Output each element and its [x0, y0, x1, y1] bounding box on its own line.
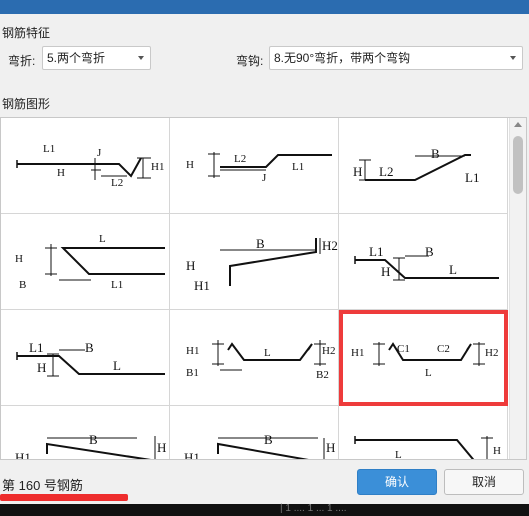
shape-label: B [19, 279, 26, 291]
shape-label: L [449, 262, 457, 277]
bend-select-value: 5.两个弯折 [47, 51, 106, 65]
shape-cell-selected[interactable]: H1 C1 C2 H2 L [339, 310, 508, 406]
shape-label: H [493, 445, 501, 457]
hook-select-value: 8.无90°弯折，带两个弯钩 [274, 51, 411, 65]
shape-label: L1 [292, 161, 304, 173]
shape-label: B [431, 146, 440, 161]
rebar-shape-diagram: L H [354, 436, 501, 460]
shape-label: H1 [184, 450, 200, 460]
shape-label: H [37, 360, 46, 375]
shape-cell[interactable]: B H L2 L1 [339, 118, 508, 214]
shape-cell[interactable]: L1 B H L [339, 214, 508, 310]
shape-label: B [85, 340, 94, 355]
confirm-button[interactable]: 确认 [357, 469, 437, 495]
shape-label: H2 [485, 347, 498, 359]
scrollbar-thumb[interactable] [513, 136, 523, 194]
shape-label: B [89, 432, 98, 447]
shape-cell[interactable]: H1 L H2 B1 B2 [170, 310, 339, 406]
rebar-shape-diagram: B H L2 L1 [353, 146, 479, 185]
shape-label: L2 [111, 177, 123, 189]
shape-label: H1 [351, 347, 364, 359]
shape-label: L [425, 367, 432, 379]
shape-label: H1 [186, 345, 199, 357]
rebar-shape-diagram: L1 B H L [354, 244, 499, 281]
shape-label: H2 [322, 238, 338, 253]
shape-label: B [256, 236, 265, 251]
shape-label: L [99, 233, 106, 245]
shape-label: H1 [194, 278, 210, 293]
shape-label: H1 [15, 450, 31, 460]
rebar-shape-diagram: L1 B H L [16, 340, 165, 377]
rebar-shape-diagram: H L2 L1 J [186, 152, 332, 184]
scroll-up-arrow-icon[interactable] [514, 122, 522, 127]
shape-label: L2 [379, 164, 393, 179]
shape-cell[interactable]: L H [339, 406, 508, 460]
shape-cell[interactable]: H1 B H [170, 406, 339, 460]
shape-label: H [353, 164, 362, 179]
section-title-shapes: 钢筋图形 [2, 97, 51, 111]
shape-label: B [264, 432, 273, 447]
hook-label: 弯钩: [236, 54, 264, 68]
window-titlebar [0, 0, 529, 14]
shape-label: H1 [151, 161, 164, 173]
taskbar-fragment: | 1 .... 1 ... 1 .... [280, 503, 347, 514]
rebar-shape-diagram: H1 B H [15, 432, 166, 460]
shape-label: B1 [186, 367, 199, 379]
shape-grid: L1 J H1 H L2 H L2 L1 J B H L2 L1 L H B L… [0, 117, 527, 460]
shape-cell[interactable]: H L2 L1 J [170, 118, 339, 214]
rebar-shape-diagram: H1 L H2 B1 B2 [186, 340, 335, 381]
shape-label: J [262, 172, 267, 184]
shape-cell[interactable]: L1 J H1 H L2 [1, 118, 170, 214]
shape-label: H [15, 253, 23, 265]
shape-label: L [395, 449, 402, 460]
shape-label: L1 [43, 143, 55, 155]
taskbar-strip [0, 504, 529, 516]
shape-label: J [97, 147, 102, 159]
shape-cell[interactable]: L H B L1 [1, 214, 170, 310]
shape-label: H [186, 159, 194, 171]
shape-label: L1 [111, 279, 123, 291]
bend-label: 弯折: [8, 54, 36, 68]
shape-cell[interactable]: B H2 H H1 [170, 214, 339, 310]
rebar-shape-diagram: H1 C1 C2 H2 L [351, 342, 498, 379]
shape-label: B [425, 244, 434, 259]
rebar-shape-diagram: H1 B H [184, 432, 335, 460]
rebar-shape-diagram: B H2 H H1 [186, 236, 338, 293]
shape-label: L [264, 347, 271, 359]
shape-label: H [186, 258, 195, 273]
shape-label: H [57, 167, 65, 179]
shape-label: L1 [369, 244, 383, 259]
shape-label: C1 [397, 343, 410, 355]
rebar-shape-diagram: L H B L1 [15, 233, 165, 291]
shape-label: L1 [29, 340, 43, 355]
chevron-down-icon [138, 56, 144, 60]
shape-label: C2 [437, 343, 450, 355]
shape-cell[interactable]: H1 B H [1, 406, 170, 460]
shape-cell[interactable]: L1 B H L [1, 310, 170, 406]
shape-label: B2 [316, 369, 329, 381]
grid-scrollbar[interactable] [509, 118, 526, 459]
hook-select[interactable]: 8.无90°弯折，带两个弯钩 [269, 46, 523, 70]
shape-label: H [157, 440, 166, 455]
red-underline-annotation [0, 494, 128, 501]
shape-label: H [326, 440, 335, 455]
shape-label: H2 [322, 345, 335, 357]
bend-select[interactable]: 5.两个弯折 [42, 46, 151, 70]
section-title-features: 钢筋特征 [2, 26, 51, 40]
shape-label: L1 [465, 170, 479, 185]
shape-label: H [381, 264, 390, 279]
shape-label: L [113, 358, 121, 373]
shape-label: L2 [234, 153, 246, 165]
rebar-shape-diagram: L1 J H1 H L2 [16, 143, 164, 189]
selected-shape-text: 第 160 号钢筋 [2, 478, 83, 493]
chevron-down-icon [510, 56, 516, 60]
cancel-button[interactable]: 取消 [444, 469, 524, 495]
